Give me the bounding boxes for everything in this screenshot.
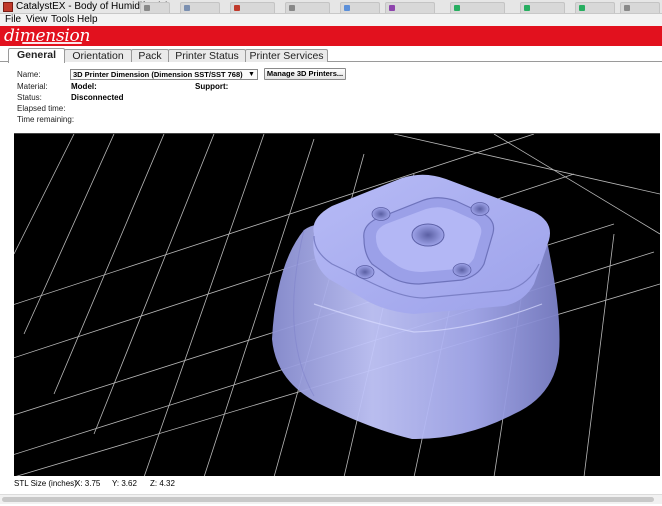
elapsed-time-label: Elapsed time: — [17, 104, 66, 113]
scrollbar-thumb[interactable] — [2, 497, 654, 502]
3d-viewport[interactable] — [14, 133, 660, 476]
tab-printer-services[interactable]: Printer Services — [245, 49, 328, 62]
model-label: Model: — [71, 82, 97, 91]
background-window-tab[interactable] — [140, 2, 170, 13]
stl-size-x: X: 3.75 — [75, 479, 101, 488]
tab-pack[interactable]: Pack — [131, 49, 169, 62]
menu-bar: File View Tools Help — [0, 14, 662, 26]
stl-size-z: Z: 4.32 — [150, 479, 175, 488]
material-label: Material: — [17, 82, 48, 91]
name-label: Name: — [17, 70, 41, 79]
stl-size-y: Y: 3.62 — [112, 479, 137, 488]
background-window-tab[interactable] — [620, 2, 660, 13]
background-window-tab[interactable] — [575, 2, 615, 13]
menu-tools[interactable]: Tools — [51, 14, 74, 26]
window-titlebar: CatalystEX - Body of Humidifer (1) — [0, 0, 662, 14]
status-bar: STL Size (inches) X: 3.75 Y: 3.62 Z: 4.3… — [0, 478, 662, 492]
menu-help[interactable]: Help — [77, 14, 98, 26]
menu-file[interactable]: File — [5, 14, 21, 26]
background-window-tab[interactable] — [230, 2, 275, 13]
model-center-hole — [411, 223, 445, 247]
tab-general[interactable]: General — [8, 48, 65, 63]
horizontal-scrollbar[interactable] — [0, 494, 662, 504]
tab-strip: General Orientation Pack Printer Status … — [0, 46, 662, 63]
model-screw-hole — [371, 207, 391, 221]
chevron-down-icon: ▼ — [248, 71, 255, 78]
manage-printers-button[interactable]: Manage 3D Printers... — [264, 68, 346, 80]
background-window-tab[interactable] — [180, 2, 220, 13]
background-window-tab[interactable] — [520, 2, 565, 13]
background-window-tab[interactable] — [385, 2, 435, 13]
status-label: Status: — [17, 93, 42, 102]
brand-banner: dimension — [0, 26, 662, 46]
printer-select[interactable]: 3D Printer Dimension (Dimension SST/SST … — [70, 69, 258, 80]
background-window-tab[interactable] — [340, 2, 380, 13]
background-window-tab[interactable] — [285, 2, 330, 13]
time-remaining-label: Time remaining: — [17, 115, 75, 124]
logo-swoosh-icon — [22, 42, 82, 44]
general-info-panel: Name: 3D Printer Dimension (Dimension SS… — [0, 63, 662, 129]
stl-size-label: STL Size (inches) — [14, 479, 77, 488]
viewport-canvas — [14, 134, 660, 476]
tab-printer-status[interactable]: Printer Status — [168, 49, 246, 62]
tab-orientation[interactable]: Orientation — [64, 49, 132, 62]
status-value: Disconnected — [71, 93, 124, 102]
model-screw-hole — [355, 265, 375, 279]
printer-select-value: 3D Printer Dimension (Dimension SST/SST … — [73, 70, 243, 79]
model-screw-hole — [452, 263, 472, 277]
support-label: Support: — [195, 82, 229, 91]
model-screw-hole — [470, 202, 490, 216]
menu-view[interactable]: View — [26, 14, 48, 26]
background-window-tab[interactable] — [450, 2, 505, 13]
app-icon — [3, 2, 13, 12]
